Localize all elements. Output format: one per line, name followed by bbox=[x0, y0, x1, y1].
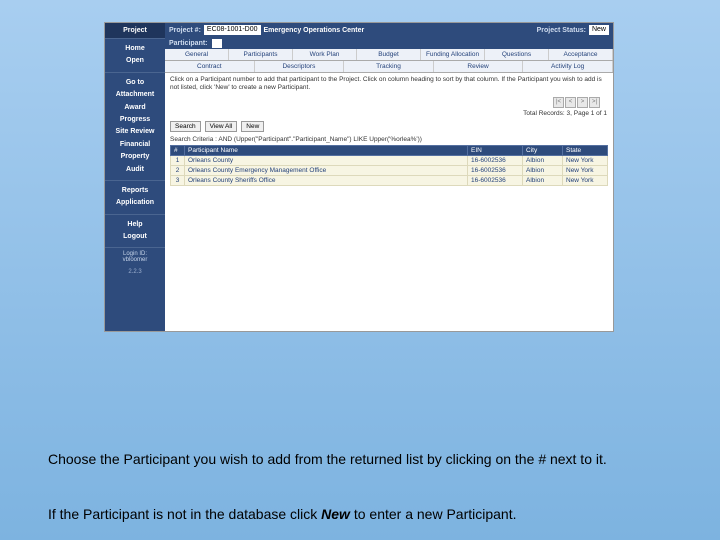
tab-acceptance[interactable]: Acceptance bbox=[549, 49, 613, 60]
sidebar-item-attachment[interactable]: Attachment bbox=[107, 89, 163, 101]
caption-1: Choose the Participant you wish to add f… bbox=[48, 450, 648, 469]
project-status-value: New bbox=[589, 25, 609, 35]
main-tabs: General Participants Work Plan Budget Fu… bbox=[165, 49, 613, 61]
records-info: Total Records: 3, Page 1 of 1 bbox=[165, 110, 613, 119]
sidebar-group-1: Home Open bbox=[105, 39, 165, 73]
row-ein: 16-6002536 bbox=[468, 165, 523, 175]
subtab-activity-log[interactable]: Activity Log bbox=[523, 61, 613, 72]
tab-funding-allocation[interactable]: Funding Allocation bbox=[421, 49, 485, 60]
tab-general[interactable]: General bbox=[165, 49, 229, 60]
table-row: 3 Orleans County Sheriffs Office 16-6002… bbox=[171, 175, 608, 185]
sidebar-header-goto: Go to bbox=[107, 77, 163, 89]
sub-tabs: Contract Descriptors Tracking Review Act… bbox=[165, 61, 613, 73]
sidebar: Project Home Open Go to Attachment Award… bbox=[105, 23, 165, 331]
row-participant-name: Orleans County bbox=[185, 155, 468, 165]
sidebar-group-3: Reports Application bbox=[105, 181, 165, 215]
sidebar-version: 2.2.3 bbox=[105, 266, 165, 278]
results-table: # Participant Name EIN City State 1 Orle… bbox=[170, 145, 608, 186]
subtab-contract[interactable]: Contract bbox=[165, 61, 255, 72]
participant-label: Participant: bbox=[169, 40, 208, 47]
subtab-tracking[interactable]: Tracking bbox=[344, 61, 434, 72]
row-ein: 16-6002536 bbox=[468, 155, 523, 165]
subtab-descriptors[interactable]: Descriptors bbox=[255, 61, 345, 72]
sidebar-header-project: Project bbox=[105, 23, 165, 39]
col-city[interactable]: City bbox=[523, 145, 563, 155]
col-ein[interactable]: EIN bbox=[468, 145, 523, 155]
sidebar-item-help[interactable]: Help bbox=[107, 219, 163, 231]
row-state: New York bbox=[563, 175, 608, 185]
instruction-text: Click on a Participant number to add tha… bbox=[165, 73, 613, 95]
row-participant-name: Orleans County Sheriffs Office bbox=[185, 175, 468, 185]
cap2-text-c: to enter a new Participant. bbox=[350, 506, 517, 522]
sidebar-item-reports[interactable]: Reports bbox=[107, 185, 163, 197]
row-ein: 16-6002536 bbox=[468, 175, 523, 185]
participant-header-row: Participant: bbox=[165, 37, 613, 49]
login-user: vbloomer bbox=[106, 257, 164, 263]
row-city: Albion bbox=[523, 155, 563, 165]
project-status-label: Project Status: bbox=[537, 27, 586, 34]
cap2-text-a: If the Participant is not in the databas… bbox=[48, 506, 321, 522]
sidebar-login-info: Login ID: vbloomer bbox=[105, 248, 165, 266]
caption-2: If the Participant is not in the databas… bbox=[48, 505, 648, 524]
tab-participants[interactable]: Participants bbox=[229, 49, 293, 60]
participant-value bbox=[212, 39, 222, 48]
col-participant-name[interactable]: Participant Name bbox=[185, 145, 468, 155]
view-all-button[interactable]: View All bbox=[205, 121, 238, 132]
tab-work-plan[interactable]: Work Plan bbox=[293, 49, 357, 60]
topbar: Project #: EC08-1001-D00 Emergency Opera… bbox=[165, 23, 613, 37]
pager-prev[interactable]: < bbox=[565, 97, 576, 108]
sidebar-item-application[interactable]: Application bbox=[107, 197, 163, 209]
pager: |< < > >| bbox=[553, 97, 600, 108]
table-row: 2 Orleans County Emergency Management Of… bbox=[171, 165, 608, 175]
row-city: Albion bbox=[523, 165, 563, 175]
cap2-new: New bbox=[321, 506, 350, 522]
controls-row: |< < > >| bbox=[165, 95, 613, 110]
cap1-text-a: Choose the Participant you wish to add f… bbox=[48, 451, 538, 467]
row-state: New York bbox=[563, 155, 608, 165]
sidebar-item-logout[interactable]: Logout bbox=[107, 231, 163, 243]
sidebar-item-financial[interactable]: Financial bbox=[107, 139, 163, 151]
row-participant-name: Orleans County Emergency Management Offi… bbox=[185, 165, 468, 175]
pager-last[interactable]: >| bbox=[589, 97, 600, 108]
project-num-value: EC08-1001-D00 bbox=[204, 25, 261, 35]
col-num[interactable]: # bbox=[171, 145, 185, 155]
pager-next[interactable]: > bbox=[577, 97, 588, 108]
sidebar-group-4: Help Logout bbox=[105, 215, 165, 249]
cap1-text-c: next to it. bbox=[546, 451, 607, 467]
app-window: Project Home Open Go to Attachment Award… bbox=[104, 22, 614, 332]
row-num-link[interactable]: 2 bbox=[171, 165, 185, 175]
sidebar-item-site-review[interactable]: Site Review bbox=[107, 126, 163, 138]
sidebar-item-property[interactable]: Property bbox=[107, 151, 163, 163]
col-state[interactable]: State bbox=[563, 145, 608, 155]
sidebar-item-open[interactable]: Open bbox=[107, 55, 163, 67]
tab-questions[interactable]: Questions bbox=[485, 49, 549, 60]
new-button[interactable]: New bbox=[241, 121, 264, 132]
search-row: Search View All New bbox=[165, 119, 613, 134]
row-city: Albion bbox=[523, 175, 563, 185]
sidebar-item-home[interactable]: Home bbox=[107, 43, 163, 55]
main-panel: Project #: EC08-1001-D00 Emergency Opera… bbox=[165, 23, 613, 331]
search-button[interactable]: Search bbox=[170, 121, 201, 132]
sidebar-item-audit[interactable]: Audit bbox=[107, 164, 163, 176]
sidebar-item-progress[interactable]: Progress bbox=[107, 114, 163, 126]
sidebar-item-award[interactable]: Award bbox=[107, 102, 163, 114]
table-header-row: # Participant Name EIN City State bbox=[171, 145, 608, 155]
table-row: 1 Orleans County 16-6002536 Albion New Y… bbox=[171, 155, 608, 165]
tab-budget[interactable]: Budget bbox=[357, 49, 421, 60]
cap1-hash: # bbox=[538, 451, 546, 467]
row-state: New York bbox=[563, 165, 608, 175]
project-num-label: Project #: bbox=[169, 27, 201, 34]
project-title: Emergency Operations Center bbox=[264, 27, 365, 34]
row-num-link[interactable]: 1 bbox=[171, 155, 185, 165]
pager-first[interactable]: |< bbox=[553, 97, 564, 108]
sidebar-group-2: Go to Attachment Award Progress Site Rev… bbox=[105, 73, 165, 181]
subtab-review[interactable]: Review bbox=[434, 61, 524, 72]
row-num-link[interactable]: 3 bbox=[171, 175, 185, 185]
search-criteria: Search Criteria : AND (Upper("Participan… bbox=[165, 134, 613, 145]
